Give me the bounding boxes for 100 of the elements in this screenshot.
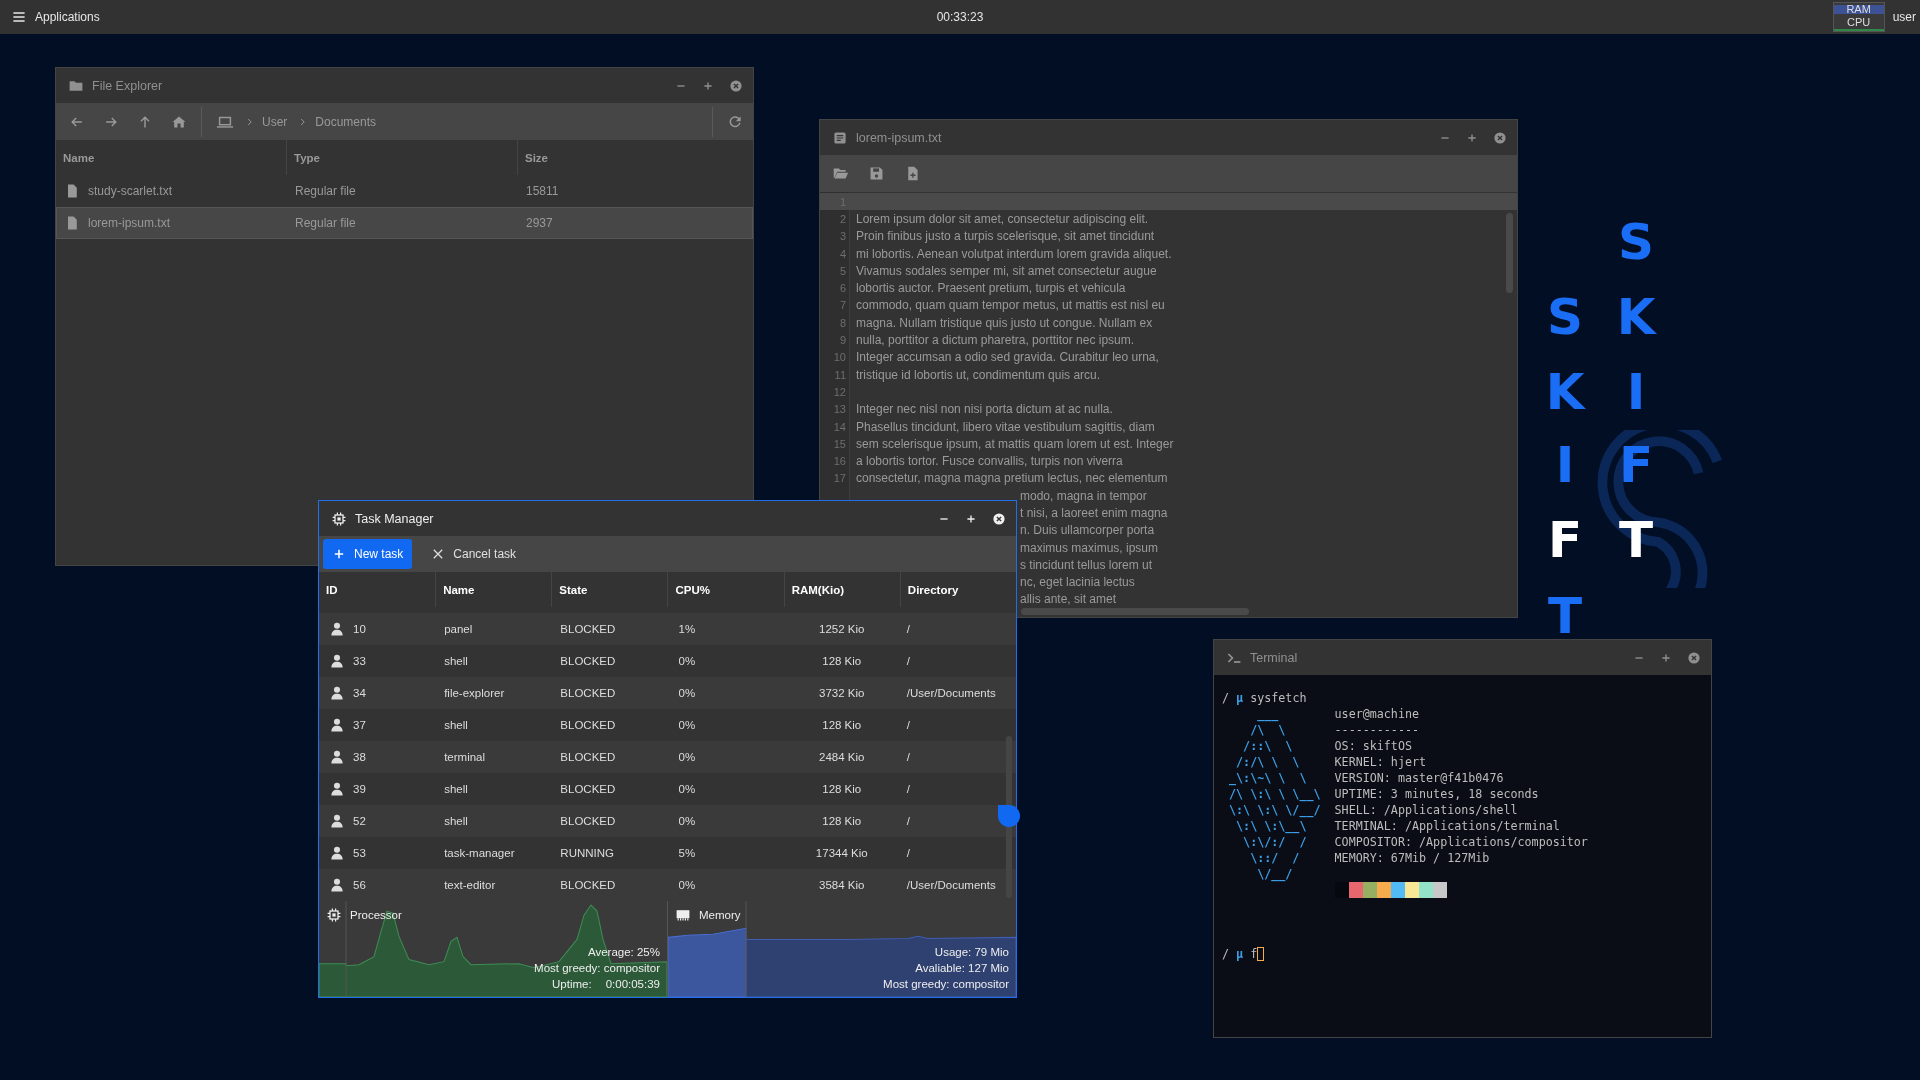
- line-number: 5: [838, 264, 847, 277]
- wallpaper-letter: K: [1616, 292, 1656, 342]
- stat-text: Usage: 79 Mio: [934, 945, 1009, 960]
- table-cell-text: 17344 Kio: [814, 847, 869, 859]
- table-cell-text: 0%: [677, 783, 697, 795]
- file-name: lorem-ipsum.txt: [88, 216, 170, 230]
- table-cell-text: /: [905, 783, 912, 795]
- wallpaper-letter: I: [1626, 367, 1646, 417]
- column-header[interactable]: Type: [286, 140, 517, 175]
- terminal-line: OS: skiftOS: [1334, 738, 1413, 754]
- ram-meter: RAM: [1833, 3, 1884, 16]
- table-cell-text: Regular file: [294, 216, 357, 230]
- table-cell-text: /: [905, 719, 912, 731]
- table-cell-text: BLOCKED: [559, 655, 617, 667]
- user-menu[interactable]: user: [1892, 10, 1916, 24]
- folder-icon[interactable]: [832, 165, 849, 182]
- scrollbar-thumb[interactable]: [1506, 213, 1513, 293]
- table-cell-text: 2937: [525, 216, 554, 230]
- close-icon[interactable]: [992, 511, 1006, 526]
- task-row[interactable]: 52 shell BLOCKED 0% 128 Kio /: [319, 805, 1016, 837]
- memory-chip-icon: [675, 907, 691, 923]
- graph-label: Memory: [699, 909, 741, 921]
- line-number: 11: [833, 368, 847, 381]
- table-cell: 37: [353, 719, 366, 731]
- table-cell-text: 0%: [677, 655, 697, 667]
- text-line: maximus maximus, ipsum: [1020, 540, 1159, 555]
- cpu-chip-icon: [331, 510, 347, 527]
- title-bar[interactable]: Terminal: [1214, 640, 1711, 675]
- table-cell: 56: [353, 879, 366, 891]
- table-cell-text: 1252 Kio: [818, 623, 866, 635]
- person-icon: [329, 621, 345, 637]
- resource-monitor[interactable]: RAM CPU: [1832, 2, 1885, 32]
- table-cell-text: RUNNING: [559, 847, 615, 859]
- text-line: n. Duis ullamcorper porta: [1020, 523, 1155, 538]
- file-row[interactable]: study-scarlet.txt Regular file 15811: [56, 175, 753, 207]
- table-cell-text: 2484 Kio: [818, 751, 866, 763]
- column-header[interactable]: ID: [319, 572, 436, 607]
- table-cell-text: /: [905, 815, 912, 827]
- column-header[interactable]: State: [551, 572, 668, 607]
- table-cell-text: 15811: [525, 184, 560, 198]
- column-header[interactable]: Directory: [899, 572, 1016, 607]
- table-cell-text: 0%: [677, 815, 697, 827]
- text-line: allis ante, sit amet: [1020, 592, 1117, 607]
- terminal-line: MEMORY: 67Mib / 127Mib: [1334, 850, 1491, 866]
- document-icon: [832, 129, 848, 146]
- new-task-button[interactable]: New task: [323, 539, 413, 569]
- line-number: 15: [832, 437, 847, 450]
- wallpaper-letter: S: [1618, 217, 1654, 267]
- table-cell-text: task-manager: [443, 847, 516, 859]
- text-line: s tincidunt tellus lorem ut: [1020, 557, 1153, 572]
- table-cell: 52: [353, 815, 366, 827]
- table-cell-text: 1%: [677, 623, 697, 635]
- command-text: sysfetch: [1250, 690, 1307, 706]
- task-row[interactable]: 10 panel BLOCKED 1% 1252 Kio /: [319, 613, 1016, 645]
- text-line: Integer accumsan a odio sed gravida. Curabitur leo urna,: [855, 350, 1159, 365]
- column-header[interactable]: CPU%: [667, 572, 784, 607]
- terminal-line: ------------: [1334, 722, 1421, 738]
- table-cell-text: BLOCKED: [559, 751, 617, 763]
- cpu-meter: CPU: [1833, 16, 1884, 31]
- table-cell-text: text-editor: [443, 879, 497, 891]
- line-number: 4: [838, 247, 847, 260]
- stat-text: Avaliable: 127 Mio: [915, 961, 1009, 976]
- table-cell-text: panel: [443, 623, 474, 635]
- wallpaper-letter: F: [1547, 515, 1583, 565]
- table-cell-text: /: [905, 751, 912, 763]
- person-icon: [329, 685, 345, 701]
- column-header[interactable]: RAM(Kio): [783, 572, 900, 607]
- column-header[interactable]: Name: [56, 140, 286, 175]
- table-cell-text: 0%: [677, 687, 697, 699]
- refresh-icon[interactable]: [727, 113, 743, 130]
- terminal-line: user@machine: [1334, 706, 1421, 722]
- line-number: 12: [832, 385, 847, 398]
- table-cell-text: BLOCKED: [559, 783, 617, 795]
- person-icon: [329, 749, 345, 765]
- task-row[interactable]: 38 terminal BLOCKED 0% 2484 Kio /: [319, 741, 1016, 773]
- column-header[interactable]: Size: [517, 140, 753, 175]
- column-header[interactable]: Name: [435, 572, 552, 607]
- table-cell-text: BLOCKED: [559, 879, 617, 891]
- line-number: 2: [838, 212, 847, 225]
- line-number: 14: [832, 420, 847, 433]
- terminal-line: TERMINAL: /Applications/terminal: [1334, 818, 1561, 834]
- text-line: sem scelerisque ipsum, at mattis quam lorem ut est. Integer: [855, 436, 1174, 451]
- person-icon: [329, 781, 345, 797]
- table-cell-text: BLOCKED: [559, 815, 617, 827]
- task-row[interactable]: 56 text-editor BLOCKED 0% 3584 Kio /User/Documents: [319, 869, 1016, 901]
- task-row[interactable]: 34 file-explorer BLOCKED 0% 3732 Kio /User/Documents: [319, 677, 1016, 709]
- cancel-task-button[interactable]: Cancel task: [422, 539, 526, 569]
- wallpaper-letter: S: [1547, 292, 1583, 342]
- line-number: 3: [838, 230, 847, 243]
- terminal-line: KERNEL: hjert: [1334, 754, 1428, 770]
- menu-icon[interactable]: [11, 9, 27, 25]
- maximize-icon[interactable]: [965, 512, 977, 525]
- table-cell: 10: [353, 623, 366, 635]
- wallpaper-letter: F: [1618, 440, 1654, 490]
- stat-text: Uptime:: [552, 977, 592, 992]
- text-line: consectetur, magna magna pretium lectus, nec elementum: [855, 471, 1168, 486]
- applications-menu[interactable]: Applications: [0, 9, 937, 25]
- table-cell-text: 128 Kio: [821, 719, 863, 731]
- table-cell-text: terminal: [443, 751, 487, 763]
- table-cell-text: /: [905, 623, 912, 635]
